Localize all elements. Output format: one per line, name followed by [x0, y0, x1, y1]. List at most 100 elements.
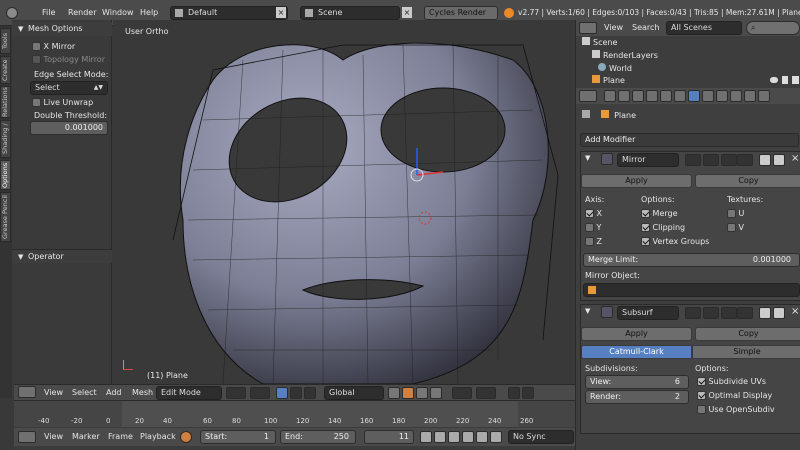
rotate-icon[interactable]: [304, 387, 316, 399]
vertex-groups-checkbox[interactable]: [641, 237, 650, 246]
subsurf-move-up-icon[interactable]: [759, 307, 771, 319]
menu-window[interactable]: Window: [102, 7, 134, 19]
subsurf-viewport-toggle-icon[interactable]: [703, 307, 719, 319]
close-layout-icon[interactable]: ×: [276, 7, 286, 18]
x-mirror-option[interactable]: X Mirror: [32, 41, 75, 53]
next-keyframe-icon[interactable]: [476, 431, 488, 443]
axis-x-checkbox[interactable]: [585, 209, 594, 218]
mirror-cage-toggle-icon[interactable]: [737, 154, 753, 166]
outliner-menu-search[interactable]: Search: [632, 22, 659, 34]
outliner-item-plane[interactable]: Plane: [592, 75, 625, 87]
mirror-editmode-toggle-icon[interactable]: [721, 154, 737, 166]
axis-x-option[interactable]: X: [585, 208, 602, 220]
subsurf-editmode-toggle-icon[interactable]: [721, 307, 737, 319]
menu-help[interactable]: Help: [140, 7, 158, 19]
vertex-select-icon[interactable]: [402, 387, 414, 399]
subsurf-apply-button[interactable]: Apply: [581, 327, 692, 341]
x-mirror-checkbox[interactable]: [32, 42, 41, 51]
tab-options[interactable]: Options: [0, 160, 11, 190]
visibility-eye-icon[interactable]: [770, 77, 778, 83]
timeline-ruler[interactable]: -40 -20 0 20 40 60 80 100 120 140 160 18…: [14, 401, 575, 427]
texture-u-option[interactable]: U: [727, 208, 744, 220]
render-levels-field[interactable]: Render: 2: [585, 390, 689, 404]
particles-tab-icon[interactable]: [744, 90, 756, 102]
viewport-menu-select[interactable]: Select: [72, 387, 97, 399]
texture-v-checkbox[interactable]: [727, 223, 736, 232]
properties-editor-icon[interactable]: [579, 90, 597, 102]
layer-icon[interactable]: [388, 387, 400, 399]
merge-checkbox[interactable]: [641, 209, 650, 218]
close-scene-icon[interactable]: ×: [402, 7, 412, 18]
subdivide-uvs-checkbox[interactable]: [697, 377, 706, 386]
viewport-menu-view[interactable]: View: [44, 387, 63, 399]
outliner-editor-icon[interactable]: [579, 22, 597, 34]
mode-selector[interactable]: Edit Mode: [156, 386, 222, 400]
scene-tab-icon[interactable]: [632, 90, 644, 102]
tab-shading-uvs[interactable]: Shading / UVs: [0, 120, 11, 158]
current-frame-field[interactable]: 11: [364, 430, 414, 444]
face-select-icon[interactable]: [430, 387, 442, 399]
mirror-copy-button[interactable]: Copy: [695, 174, 800, 188]
opengl-anim-icon[interactable]: [522, 387, 534, 399]
tab-relations[interactable]: Relations: [0, 86, 11, 118]
merge-limit-field[interactable]: Merge Limit: 0.001000: [583, 253, 800, 267]
jump-end-icon[interactable]: [490, 431, 502, 443]
clipping-checkbox[interactable]: [641, 223, 650, 232]
mirror-name-field[interactable]: Mirror: [617, 153, 679, 167]
texture-u-checkbox[interactable]: [727, 209, 736, 218]
timeline-editor-icon[interactable]: [18, 431, 36, 443]
timeline-menu-marker[interactable]: Marker: [72, 431, 100, 443]
timeline-menu-view[interactable]: View: [44, 431, 63, 443]
double-threshold-field[interactable]: 0.001000: [30, 121, 108, 135]
merge-option[interactable]: Merge: [641, 208, 678, 220]
object-tab-icon[interactable]: [660, 90, 672, 102]
render-camera-icon[interactable]: [792, 76, 799, 84]
opengl-render-icon[interactable]: [508, 387, 520, 399]
info-editor-icon[interactable]: [6, 7, 18, 19]
edge-select-icon[interactable]: [416, 387, 428, 399]
texture-v-option[interactable]: V: [727, 222, 744, 234]
axis-y-option[interactable]: Y: [585, 222, 601, 234]
tab-grease-pencil[interactable]: Grease Pencil: [0, 192, 11, 242]
axis-z-option[interactable]: Z: [585, 236, 602, 248]
mesh-mask-model[interactable]: [113, 20, 575, 384]
scene-selector[interactable]: Scene: [300, 6, 400, 20]
3d-viewport[interactable]: User Ortho (11) Plane: [113, 20, 575, 384]
use-opensubdiv-option[interactable]: Use OpenSubdiv: [697, 404, 775, 416]
outliner-search-input[interactable]: ⌕: [746, 21, 800, 35]
manipulator-icon[interactable]: [276, 387, 288, 399]
selectable-arrow-icon[interactable]: [782, 76, 788, 84]
mirror-apply-button[interactable]: Apply: [581, 174, 692, 188]
catmull-clark-tab[interactable]: Catmull-Clark: [581, 345, 692, 359]
pin-icon[interactable]: [582, 110, 590, 118]
shading-mode-icon[interactable]: [226, 387, 246, 399]
start-frame-field[interactable]: Start: 1: [200, 430, 276, 444]
use-opensubdiv-checkbox[interactable]: [697, 405, 706, 414]
mirror-move-up-icon[interactable]: [759, 154, 771, 166]
layout-selector[interactable]: Default: [170, 6, 288, 20]
mirror-collapse-icon[interactable]: ▼: [585, 154, 590, 162]
outliner-item-renderlayers[interactable]: RenderLayers: [592, 50, 658, 62]
axis-z-checkbox[interactable]: [585, 237, 594, 246]
subsurf-name-field[interactable]: Subsurf: [617, 306, 679, 320]
subsurf-collapse-icon[interactable]: ▼: [585, 307, 590, 315]
constraints-tab-icon[interactable]: [674, 90, 686, 102]
mesh-options-header[interactable]: ▼ Mesh Options: [12, 22, 112, 36]
end-frame-field[interactable]: End: 250: [280, 430, 356, 444]
physics-tab-icon[interactable]: [758, 90, 770, 102]
live-unwrap-checkbox[interactable]: [32, 98, 41, 107]
layers-tab-icon[interactable]: [618, 90, 630, 102]
play-icon[interactable]: [462, 431, 474, 443]
world-tab-icon[interactable]: [646, 90, 658, 102]
subsurf-render-toggle-icon[interactable]: [685, 307, 701, 319]
menu-render[interactable]: Render: [68, 7, 96, 19]
outliner-item-scene[interactable]: Scene: [582, 37, 617, 49]
tab-create[interactable]: Create: [0, 56, 11, 84]
render-tab-icon[interactable]: [604, 90, 616, 102]
subsurf-copy-button[interactable]: Copy: [695, 327, 800, 341]
translate-icon[interactable]: [290, 387, 302, 399]
timeline-menu-playback[interactable]: Playback: [140, 431, 176, 443]
optimal-display-option[interactable]: Optimal Display: [697, 390, 772, 402]
play-reverse-icon[interactable]: [448, 431, 460, 443]
tab-tools[interactable]: Tools: [0, 28, 11, 54]
